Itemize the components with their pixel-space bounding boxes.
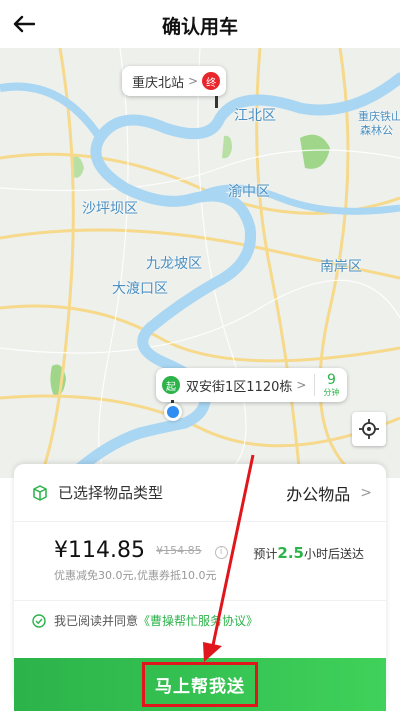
- chevron-right-icon: >: [360, 484, 372, 501]
- agreement-text: 我已阅读并同意: [54, 614, 139, 628]
- destination-marker[interactable]: 重庆北站 > 终: [122, 66, 227, 96]
- original-price: ¥154.85: [156, 544, 202, 557]
- eta-hours: 2.5: [277, 544, 304, 562]
- discount-text: 优惠减免30.0元,优惠券抵10.0元: [54, 569, 217, 582]
- end-badge: 终: [202, 72, 221, 90]
- box-icon: [33, 484, 47, 501]
- goods-type-label: 已选择物品类型: [58, 484, 164, 502]
- district-label-dadukou: 大渡口区: [112, 281, 168, 297]
- origin-marker[interactable]: 起 双安街1区1120栋 > 9 分钟: [156, 368, 348, 402]
- district-label-nanan: 南岸区: [320, 259, 362, 275]
- destination-name: 重庆北站: [132, 75, 185, 91]
- goods-type-row[interactable]: 已选择物品类型 办公物品 >: [14, 464, 386, 522]
- destination-pin-icon: [215, 96, 218, 108]
- district-label-jiulongpo: 九龙坡区: [146, 256, 202, 272]
- divider: [314, 374, 316, 396]
- delivery-eta: 预计2.5小时后送达: [253, 544, 364, 562]
- price-row: ¥114.85 ¥154.85 i 优惠减免30.0元,优惠券抵10.0元 预计…: [14, 522, 386, 588]
- agreement-row[interactable]: 我已阅读并同意 《曹操帮忙服务协议》: [14, 600, 386, 640]
- check-circle-icon[interactable]: [32, 613, 46, 628]
- district-label-tieshan: 重庆铁山: [358, 110, 400, 123]
- origin-name: 双安街1区1120栋: [186, 379, 293, 395]
- start-badge: 起: [162, 376, 180, 394]
- confirm-button-label: 马上帮我送: [142, 662, 258, 707]
- district-label-jiangbei: 江北区: [234, 108, 276, 124]
- district-label-forest-park: 森林公: [360, 124, 393, 137]
- chevron-right-icon: >: [296, 378, 307, 392]
- pickup-eta-value: 9: [326, 371, 336, 388]
- eta-suffix: 小时后送达: [303, 547, 364, 561]
- info-icon[interactable]: i: [214, 545, 228, 559]
- price: ¥114.85: [54, 538, 145, 563]
- crosshair-icon: [359, 419, 379, 439]
- district-label-shapingba: 沙坪坝区: [82, 201, 138, 217]
- goods-type-value: 办公物品: [286, 484, 351, 504]
- page-title: 确认用车: [161, 16, 238, 38]
- map-view[interactable]: 江北区 渝中区 沙坪坝区 九龙坡区 南岸区 大渡口区 重庆铁山 森林公 重庆北站…: [0, 48, 400, 478]
- header-bar: 确认用车: [0, 0, 400, 48]
- pickup-eta: 9 分钟: [323, 371, 340, 398]
- district-label-yuzhong: 渝中区: [228, 184, 270, 200]
- current-location-dot: [164, 403, 182, 421]
- eta-prefix: 预计: [253, 547, 278, 561]
- locate-button[interactable]: [352, 412, 386, 446]
- confirm-button[interactable]: 马上帮我送: [14, 658, 386, 711]
- chevron-right-icon: >: [188, 74, 199, 88]
- agreement-link[interactable]: 《曹操帮忙服务协议》: [138, 612, 258, 629]
- pickup-eta-unit: 分钟: [323, 387, 340, 397]
